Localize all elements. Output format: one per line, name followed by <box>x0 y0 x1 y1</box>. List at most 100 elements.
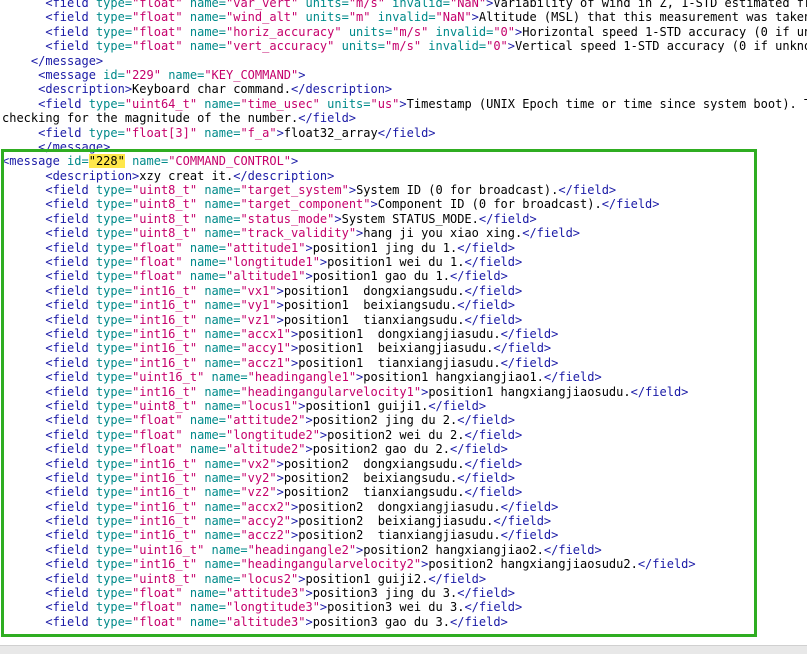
xml-tag: <field <box>45 456 96 471</box>
code-line[interactable]: <field type="uint8_t" name="locus2">posi… <box>2 572 807 586</box>
xml-attribute: name= <box>197 514 241 529</box>
xml-string: "int16_t" <box>132 514 198 529</box>
code-line[interactable]: <field type="uint8_t" name="status_mode"… <box>2 212 807 226</box>
code-line[interactable]: <field type="float" name="horiz_accuracy… <box>2 25 807 39</box>
code-line[interactable]: <field type="int16_t" name="vz1">positio… <box>2 313 807 327</box>
xml-tag: > <box>276 125 284 140</box>
xml-tag: </field> <box>500 499 559 514</box>
xml-string: "us" <box>370 96 400 111</box>
code-line[interactable]: <message id="228" name="COMMAND_CONTROL"… <box>2 154 807 169</box>
xml-attribute: type= <box>88 96 125 111</box>
code-line[interactable]: <field type="uint8_t" name="locus1">posi… <box>2 399 807 413</box>
code-line[interactable]: <field type="float" name="altitude2">pos… <box>2 442 807 456</box>
code-editor[interactable]: <field type= "float" name= "var_vert" unit… <box>0 0 807 645</box>
xml-tag: </field> <box>601 197 660 212</box>
xml-string: "float" <box>132 269 183 284</box>
xml-tag: </field> <box>464 600 523 615</box>
code-line[interactable]: <field type="int16_t" name="headingangul… <box>2 385 807 399</box>
code-line[interactable]: <field type="float" name="altitude1">pos… <box>2 269 807 283</box>
xml-attribute: id= <box>103 67 125 82</box>
xml-string: "target_system" <box>240 183 349 198</box>
code-line[interactable]: <field type="int16_t" name="accx2">posit… <box>2 500 807 514</box>
code-line[interactable]: <field type="float" name="altitude3">pos… <box>2 615 807 629</box>
xml-attribute: name= <box>197 485 241 500</box>
xml-tag: > <box>305 240 313 255</box>
xml-string: "attitude2" <box>226 413 306 428</box>
xml-tag: <field <box>45 255 96 270</box>
xml-attribute: type= <box>95 442 133 457</box>
code-line[interactable]: <field type="uint8_t" name="target_syste… <box>2 183 807 197</box>
code-line[interactable]: <description>xzy creat it.</description> <box>2 169 807 183</box>
code-line[interactable]: <field type="int16_t" name="accx1">posit… <box>2 327 807 341</box>
code-line[interactable]: <field type="float" name="attitude2">pos… <box>2 413 807 427</box>
xml-tag: <field <box>45 240 96 255</box>
code-line[interactable]: <field type="float" name="wind_alt" unit… <box>2 10 807 24</box>
xml-text: position2 beixiangjiasudu. <box>298 514 494 529</box>
code-line[interactable]: checking for the magnitude of the number… <box>2 111 807 125</box>
xml-text: position2 tianxiangjiasudu. <box>298 528 501 543</box>
xml-tag: > <box>276 485 284 500</box>
xml-tag: </field> <box>543 370 602 385</box>
code-line[interactable]: <field type="float" name="longtitude3">p… <box>2 600 807 614</box>
code-line[interactable]: <field type="float" name="longtitude1">p… <box>2 255 807 269</box>
code-line[interactable]: <field type="float" name="var_vert" unit… <box>2 0 807 10</box>
code-line[interactable]: <field type="int16_t" name="accy1">posit… <box>2 341 807 355</box>
code-line[interactable]: <field type="uint8_t" name="track_validi… <box>2 226 807 240</box>
xml-attribute: type= <box>95 614 133 629</box>
code-line[interactable]: <field type="int16_t" name="vx2">positio… <box>2 457 807 471</box>
code-line[interactable]: <field type="float" name="longtitude2">p… <box>2 428 807 442</box>
xml-text: position1 hangxiangjiaosudu. <box>428 384 631 399</box>
code-line[interactable]: <field type="float" name="vert_accuracy"… <box>2 39 807 53</box>
xml-string: "float" <box>132 240 183 255</box>
xml-text: System STATUS_MODE. <box>341 211 479 226</box>
xml-tag: <field <box>45 384 96 399</box>
code-line[interactable]: <field type="int16_t" name="accy2">posit… <box>2 514 807 528</box>
code-line[interactable]: <field type="uint16_t" name="headingangl… <box>2 370 807 384</box>
xml-string: "float" <box>132 413 183 428</box>
xml-text: position1 guiji2. <box>305 571 429 586</box>
xml-attribute: units= <box>298 0 349 10</box>
code-line[interactable]: <field type="int16_t" name="vx1">positio… <box>2 284 807 298</box>
xml-tag: </field> <box>464 312 523 327</box>
code-line[interactable]: </message> <box>2 140 807 154</box>
code-line[interactable]: <field type="int16_t" name="headingangul… <box>2 557 807 571</box>
xml-string: "NaN" <box>435 10 472 25</box>
code-line[interactable]: <field type="float" name="attitude3">pos… <box>2 586 807 600</box>
xml-attribute: invalid= <box>370 10 436 25</box>
xml-string: "uint8_t" <box>132 398 198 413</box>
code-line[interactable]: <message id="229" name="KEY_COMMAND"> <box>2 68 807 82</box>
code-line[interactable]: <field type="float[3]" name="f_a">float3… <box>2 126 807 140</box>
code-line[interactable]: <description>Keyboard char command.</des… <box>2 82 807 96</box>
code-line[interactable]: <field type="int16_t" name="accz1">posit… <box>2 356 807 370</box>
xml-attribute: type= <box>95 514 133 529</box>
xml-text: position2 dongxiangjiasudu. <box>298 499 501 514</box>
xml-tag: </description> <box>291 82 393 97</box>
xml-tag: <field <box>45 485 96 500</box>
code-line[interactable]: <field type="int16_t" name="vy1">positio… <box>2 298 807 312</box>
code-line[interactable]: </message> <box>2 54 807 68</box>
code-line[interactable]: <field type="float" name="attitude1">pos… <box>2 241 807 255</box>
xml-string: "var_vert" <box>226 0 299 10</box>
xml-string: "status_mode" <box>240 211 335 226</box>
code-line[interactable]: <field type="int16_t" name="vz2">positio… <box>2 485 807 499</box>
xml-text: position1 guiji1. <box>305 398 429 413</box>
code-line[interactable]: <field type="int16_t" name="vy2">positio… <box>2 471 807 485</box>
code-line[interactable]: <field type="uint8_t" name="target_compo… <box>2 197 807 211</box>
xml-tag: <field <box>45 514 96 529</box>
xml-string: "vz1" <box>240 312 277 327</box>
xml-text: position1 hangxiangjiao1. <box>363 370 544 385</box>
xml-attribute: type= <box>95 312 133 327</box>
code-line[interactable]: <field type="uint16_t" name="headingangl… <box>2 543 807 557</box>
xml-tag: </field> <box>630 384 689 399</box>
xml-attribute: name= <box>182 240 226 255</box>
code-line[interactable]: <field type="int16_t" name="accz2">posit… <box>2 528 807 542</box>
xml-string: "uint16_t" <box>132 542 205 557</box>
code-line[interactable]: <field type="uint64_t" name="time_usec" … <box>2 97 807 111</box>
